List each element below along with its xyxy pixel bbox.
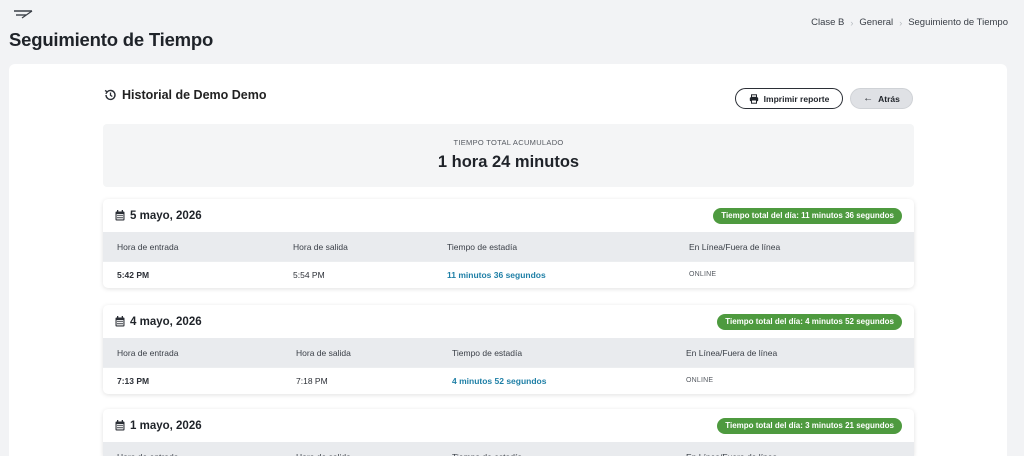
stay-duration: 4 minutos 52 segundos — [452, 375, 547, 386]
column-header-exit: Hora de salida — [293, 241, 348, 252]
day-date-label: 5 mayo, 2026 — [130, 209, 202, 222]
table-header: Hora de entrada Hora de salida Tiempo de… — [103, 338, 914, 367]
back-label: Atrás — [878, 93, 900, 104]
exit-time: 7:18 PM — [296, 375, 328, 386]
day-date-label: 1 mayo, 2026 — [130, 419, 202, 432]
day-header: 5 mayo, 2026 Tiempo total del día: 11 mi… — [103, 199, 914, 232]
arrow-left-icon: ← — [863, 93, 874, 104]
back-button[interactable]: ← Atrás — [850, 88, 913, 109]
day-date: 5 mayo, 2026 — [115, 210, 202, 222]
breadcrumb-item-general[interactable]: General — [859, 17, 893, 28]
exit-time: 5:54 PM — [293, 269, 325, 280]
total-time-value: 1 hora 24 minutos — [437, 153, 580, 171]
column-header-status: En Línea/Fuera de línea — [689, 241, 781, 252]
table-row: 5:42 PM 5:54 PM 11 minutos 36 segundos O… — [103, 261, 914, 287]
column-header-status: En Línea/Fuera de línea — [686, 347, 778, 358]
section-title: Historial de Demo Demo — [122, 88, 267, 102]
column-header-stay: Tiempo de estadía — [447, 241, 518, 252]
day-card: 1 mayo, 2026 Tiempo total del día: 3 min… — [103, 409, 914, 456]
column-header-stay: Tiempo de estadía — [452, 452, 522, 456]
status-text: ONLINE — [689, 271, 717, 278]
status-text: ONLINE — [686, 377, 714, 384]
total-time-summary: TIEMPO TOTAL ACUMULADO 1 hora 24 minutos — [103, 124, 914, 187]
entry-time: 5:42 PM — [117, 269, 150, 280]
chevron-right-icon: › — [850, 17, 854, 28]
stay-duration: 11 minutos 36 segundos — [447, 269, 546, 280]
column-header-entry: Hora de entrada — [117, 241, 179, 252]
column-header-exit: Hora de salida — [296, 347, 351, 358]
table-row: 7:13 PM 7:18 PM 4 minutos 52 segundos ON… — [103, 367, 914, 393]
column-header-status: En Línea/Fuera de línea — [686, 452, 777, 456]
breadcrumb-item-clase-b[interactable]: Clase B — [811, 17, 844, 28]
breadcrumb: Clase B › General › Seguimiento de Tiemp… — [811, 17, 1008, 28]
page-title: Seguimiento de Tiempo — [9, 29, 214, 50]
print-report-button[interactable]: Imprimir reporte — [735, 88, 843, 109]
entry-time: 7:13 PM — [117, 375, 150, 386]
total-time-label: TIEMPO TOTAL ACUMULADO — [453, 138, 564, 147]
calendar-icon — [115, 316, 125, 327]
chevron-right-icon: › — [899, 17, 903, 28]
day-total-badge: Tiempo total del día: 11 minutos 36 segu… — [713, 207, 902, 224]
column-header-entry: Hora de entrada — [117, 347, 179, 358]
column-header-entry: Hora de entrada — [117, 452, 178, 456]
history-icon — [104, 89, 116, 101]
day-date-label: 4 mayo, 2026 — [130, 315, 202, 328]
logo-icon — [14, 10, 33, 19]
printer-icon — [749, 93, 758, 104]
print-report-label: Imprimir reporte — [763, 93, 830, 104]
breadcrumb-item-current: Seguimiento de Tiempo — [908, 17, 1008, 28]
day-header: 4 mayo, 2026 Tiempo total del día: 4 min… — [103, 305, 914, 338]
column-header-exit: Hora de salida — [296, 452, 351, 456]
day-date: 4 mayo, 2026 — [115, 316, 202, 328]
day-date: 1 mayo, 2026 — [115, 420, 202, 432]
column-header-stay: Tiempo de estadía — [452, 347, 523, 358]
calendar-icon — [115, 210, 125, 221]
calendar-icon — [115, 420, 125, 431]
table-header: Hora de entrada Hora de salida Tiempo de… — [103, 232, 914, 261]
day-header: 1 mayo, 2026 Tiempo total del día: 3 min… — [103, 409, 914, 442]
day-total-badge: Tiempo total del día: 3 minutos 21 segun… — [717, 417, 902, 434]
table-header: Hora de entrada Hora de salida Tiempo de… — [103, 442, 914, 456]
section-header: Historial de Demo Demo — [103, 88, 266, 102]
day-total-badge: Tiempo total del día: 4 minutos 52 segun… — [717, 313, 902, 330]
day-card: 5 mayo, 2026 Tiempo total del día: 11 mi… — [103, 199, 914, 288]
day-card: 4 mayo, 2026 Tiempo total del día: 4 min… — [103, 305, 914, 394]
